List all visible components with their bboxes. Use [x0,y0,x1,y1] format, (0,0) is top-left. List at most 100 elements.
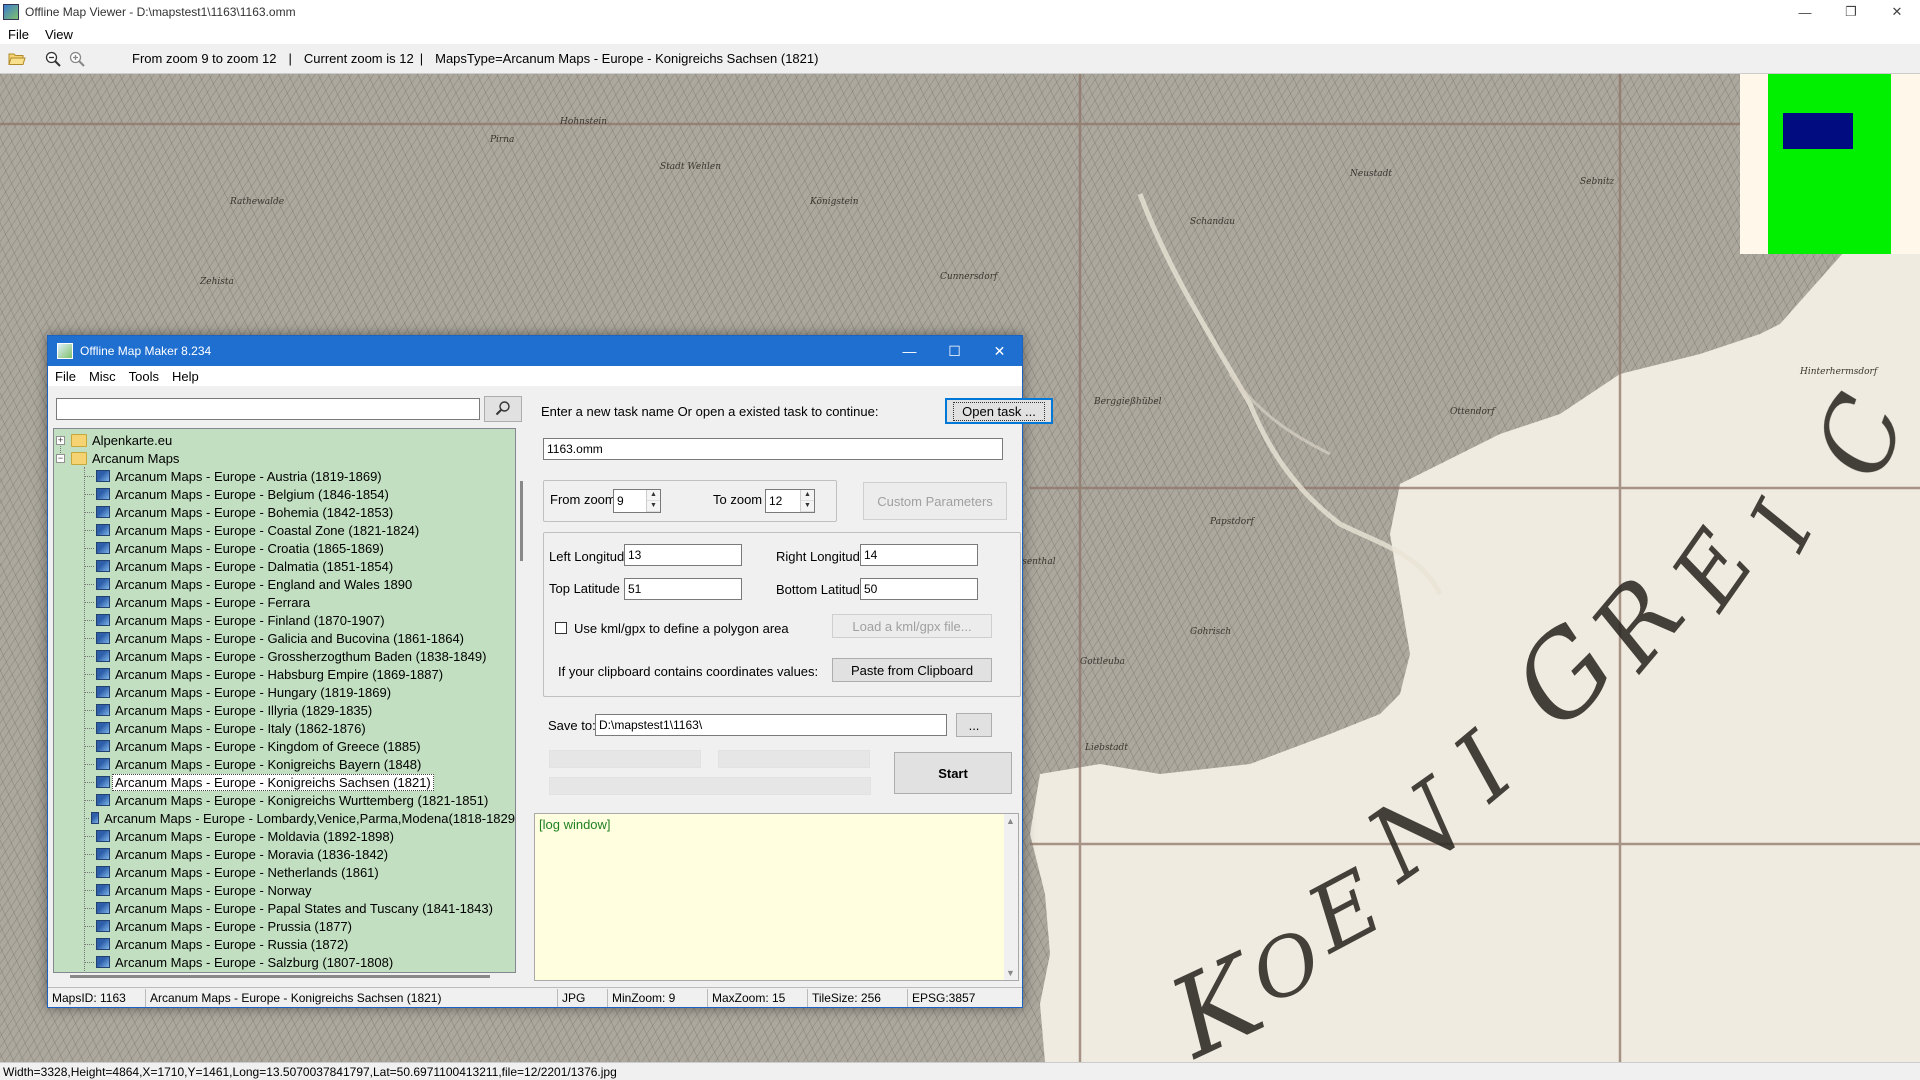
task-name-field[interactable]: 1163.omm [543,438,1003,460]
browse-folder-button[interactable]: ... [956,713,992,737]
zoom-in-icon[interactable] [66,48,88,70]
tree-map-item-label: Arcanum Maps - Europe - Bohemia (1842-18… [115,504,394,520]
minimize-icon[interactable]: — [1782,0,1828,24]
viewer-menu-file[interactable]: File [8,27,29,42]
tree-map-item-label: Arcanum Maps - Europe - Galicia and Buco… [115,630,465,646]
tree-map-item[interactable]: Arcanum Maps - Europe - Norway [54,881,515,899]
tree-folder[interactable]: − Arcanum Maps [54,449,515,467]
close-icon[interactable]: ✕ [977,336,1022,366]
load-kml-button[interactable]: Load a kml/gpx file... [832,614,992,638]
tree-vertical-scrollbar[interactable] [520,481,523,561]
tree-connector [84,817,90,819]
tree-map-item[interactable]: Arcanum Maps - Europe - Konigreichs Sach… [54,773,515,791]
minimap-overview[interactable] [1740,74,1920,254]
paste-from-clipboard-button[interactable]: Paste from Clipboard [832,658,992,682]
map-search-input[interactable] [56,398,480,420]
tree-map-item[interactable]: Arcanum Maps - Europe - Konigreichs Baye… [54,755,515,773]
save-to-field[interactable]: D:\mapstest1\1163\ [595,714,947,736]
scroll-up-icon[interactable]: ▲ [1006,816,1015,826]
tree-map-item[interactable]: Arcanum Maps - Europe - Grossherzogthum … [54,647,515,665]
spin-up-icon[interactable]: ▲ [647,490,660,501]
from-zoom-spinner[interactable]: 9 ▲ ▼ [613,489,661,513]
tree-map-item[interactable]: Arcanum Maps - Europe - Kingdom of Greec… [54,737,515,755]
tree-map-item[interactable]: Arcanum Maps - Europe - Croatia (1865-18… [54,539,515,557]
top-latitude-field[interactable]: 51 [624,578,742,600]
tree-connector [84,565,94,567]
open-folder-icon[interactable] [6,48,28,70]
tree-map-item[interactable]: Arcanum Maps - Europe - Finland (1870-19… [54,611,515,629]
tree-map-item[interactable]: Arcanum Maps - Europe - Austria (1819-18… [54,467,515,485]
tree-map-item[interactable]: Arcanum Maps - Europe - Bohemia (1842-18… [54,503,515,521]
zoom-out-icon[interactable] [42,48,64,70]
close-icon[interactable]: ✕ [1874,0,1920,24]
dialog-menu-tools[interactable]: Tools [129,369,159,384]
tree-map-item[interactable]: Arcanum Maps - Europe - Konigreichs Wurt… [54,791,515,809]
minimap-viewport-indicator[interactable] [1783,113,1853,149]
map-layer-icon [96,632,110,644]
tree-map-item-label: Arcanum Maps - Europe - Konigreichs Baye… [115,756,422,772]
tree-map-item-label: Arcanum Maps - Europe - Austria (1819-18… [115,468,382,484]
restore-icon[interactable]: ❐ [1828,0,1874,24]
search-icon [495,400,511,419]
collapse-icon[interactable]: − [56,453,65,463]
tree-map-item[interactable]: Arcanum Maps - Europe - Netherlands (186… [54,863,515,881]
kml-polygon-checkbox[interactable] [555,622,567,634]
to-zoom-spinner[interactable]: 12 ▲ ▼ [765,489,815,513]
spin-up-icon[interactable]: ▲ [801,490,814,501]
spin-down-icon[interactable]: ▼ [801,501,814,512]
tree-map-item-label: Arcanum Maps - Europe - Illyria (1829-18… [115,702,373,718]
spin-down-icon[interactable]: ▼ [647,501,660,512]
tree-map-item[interactable]: Arcanum Maps - Europe - Belgium (1846-18… [54,485,515,503]
tree-map-item[interactable]: Arcanum Maps - Europe - Coastal Zone (18… [54,521,515,539]
custom-parameters-button[interactable]: Custom Parameters [863,482,1007,520]
tree-map-item-label: Arcanum Maps - Europe - Papal States and… [115,900,493,916]
tree-connector [84,925,94,927]
bottom-latitude-field[interactable]: 50 [860,578,978,600]
map-place-label: Rathewalde [229,197,284,207]
dialog-status-bar: MapsID: 1163 Arcanum Maps - Europe - Kon… [48,987,1022,1007]
tree-map-item[interactable]: Arcanum Maps - Europe - Prussia (1877) [54,917,515,935]
tree-map-item[interactable]: Arcanum Maps - Europe - Papal States and… [54,899,515,917]
maximize-icon[interactable]: ☐ [932,336,977,366]
map-source-tree[interactable]: + Alpenkarte.eu − Arcanum Maps Arcanum Maps … [53,428,516,973]
left-longitude-field[interactable]: 13 [624,544,742,566]
tree-folder[interactable]: + Alpenkarte.eu [54,431,515,449]
tree-map-item[interactable]: Arcanum Maps - Europe - Salzburg (1807-1… [54,953,515,971]
search-button[interactable] [484,396,522,422]
tree-map-item[interactable]: Arcanum Maps - Europe - Habsburg Empire … [54,665,515,683]
right-longitude-field[interactable]: 14 [860,544,978,566]
expand-icon[interactable]: + [56,435,65,445]
scroll-down-icon[interactable]: ▼ [1006,968,1015,978]
dialog-menu-help[interactable]: Help [172,369,199,384]
tree-map-item[interactable]: Arcanum Maps - Europe - Lombardy,Venice,… [54,809,515,827]
map-place-label: Liebstadt [1084,743,1128,753]
tree-map-item[interactable]: Arcanum Maps - Europe - Ferrara [54,593,515,611]
map-viewer-app-icon [3,4,19,20]
map-layer-icon [96,686,110,698]
tree-map-item[interactable]: Arcanum Maps - Europe - Hungary (1819-18… [54,683,515,701]
viewer-menu-view[interactable]: View [45,27,73,42]
tree-map-item[interactable]: Arcanum Maps - Europe - Russia (1872) [54,935,515,953]
tree-map-item[interactable]: Arcanum Maps - Europe - Moldavia (1892-1… [54,827,515,845]
viewer-titlebar: Offline Map Viewer - D:\mapstest1\1163\1… [0,0,1920,24]
overall-progress-bar [549,777,871,795]
tree-horizontal-scrollbar[interactable] [70,975,490,978]
tree-map-item[interactable]: Arcanum Maps - Europe - Illyria (1829-18… [54,701,515,719]
tree-map-item[interactable]: Arcanum Maps - Europe - Galicia and Buco… [54,629,515,647]
tree-map-item[interactable]: Arcanum Maps - Europe - Italy (1862-1876… [54,719,515,737]
tree-map-item-label: Arcanum Maps - Europe - Croatia (1865-18… [115,540,384,556]
tree-map-item[interactable]: Arcanum Maps - Europe - England and Wale… [54,575,515,593]
tree-map-item[interactable]: Arcanum Maps - Europe - Dalmatia (1851-1… [54,557,515,575]
dialog-titlebar[interactable]: Offline Map Maker 8.234 — ☐ ✕ [48,336,1022,366]
log-window[interactable]: [log window] ▲ ▼ [534,813,1019,981]
map-place-label: Zehista [199,277,234,287]
open-task-button[interactable]: Open task ... [945,398,1053,424]
minimize-icon[interactable]: — [887,336,932,366]
log-scrollbar[interactable]: ▲ ▼ [1004,814,1018,980]
start-button[interactable]: Start [894,752,1012,794]
dialog-menu-file[interactable]: File [55,369,76,384]
tree-map-item-label: Arcanum Maps - Europe - Netherlands (186… [115,864,379,880]
tree-connector [84,889,94,891]
tree-map-item[interactable]: Arcanum Maps - Europe - Moravia (1836-18… [54,845,515,863]
dialog-menu-misc[interactable]: Misc [89,369,116,384]
